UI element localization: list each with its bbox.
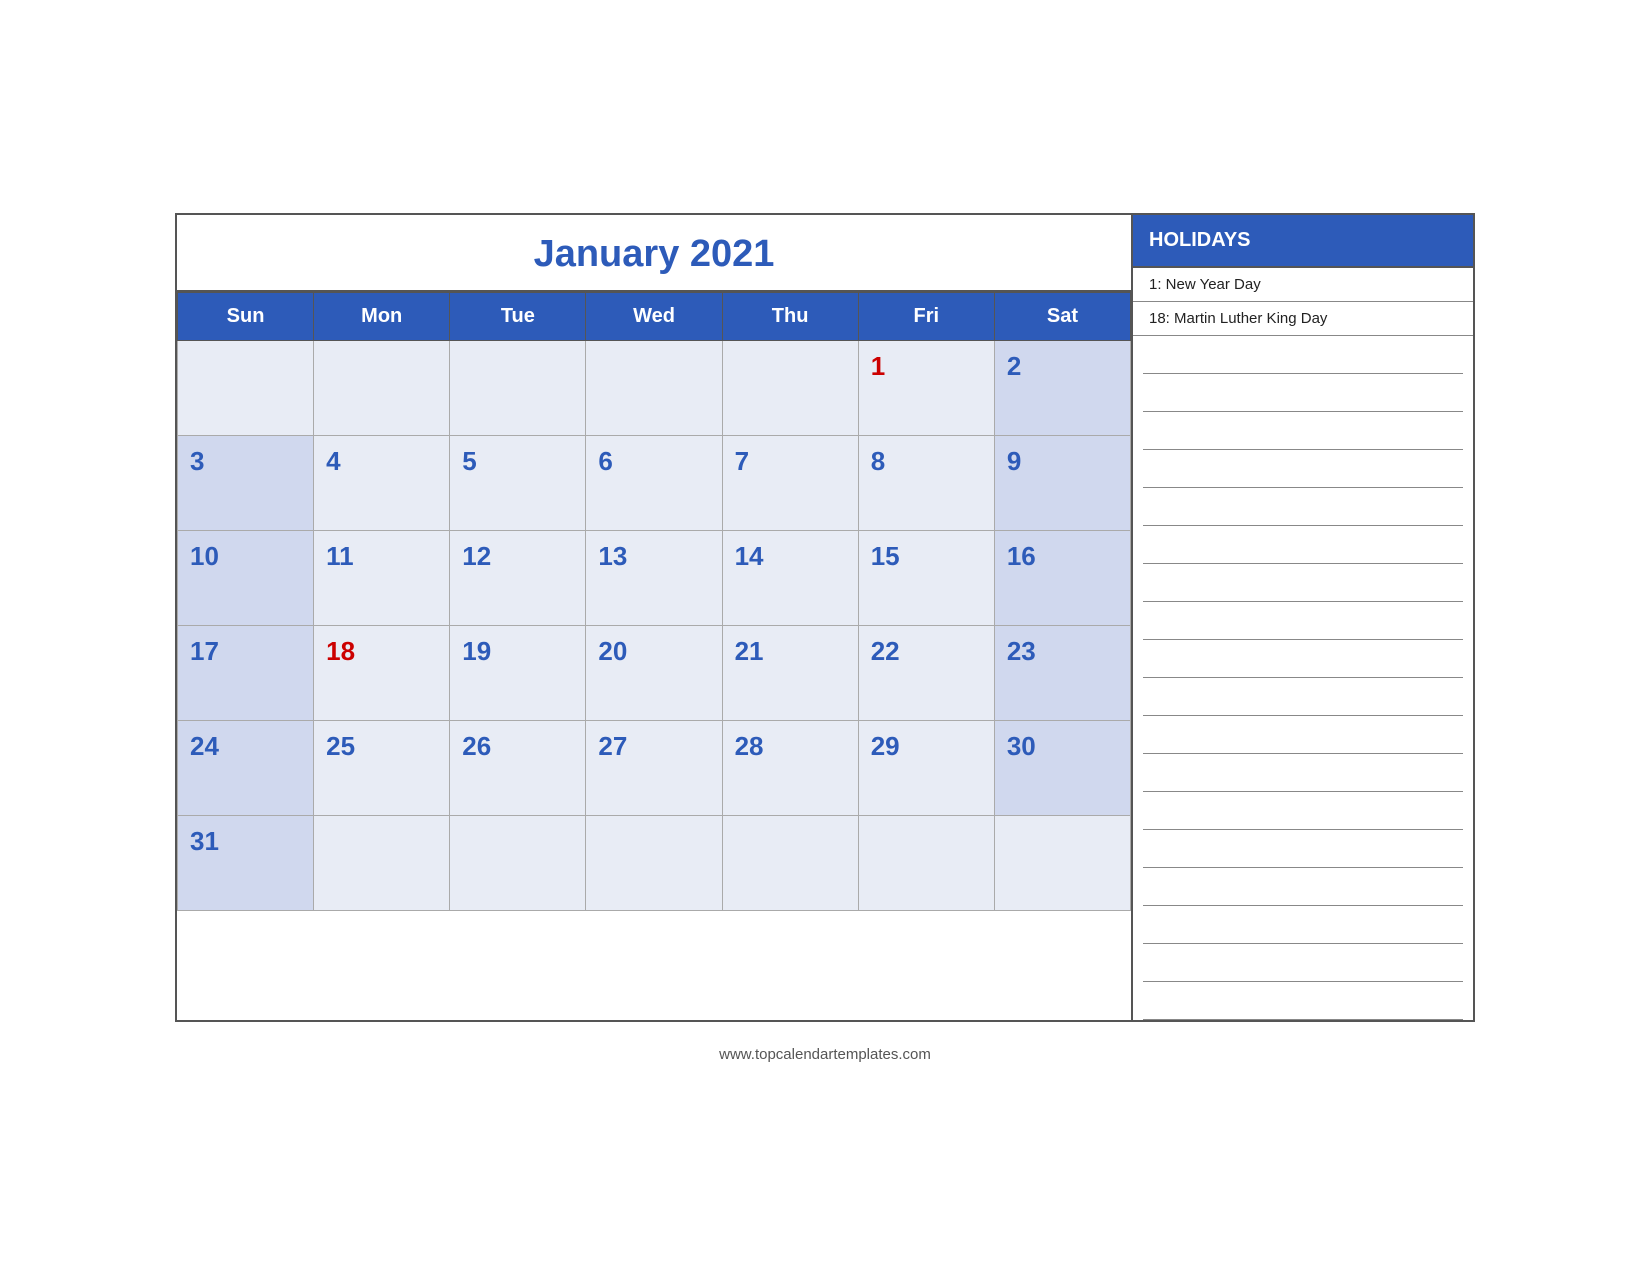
calendar-day-cell — [178, 340, 314, 435]
calendar-weekday-tue: Tue — [450, 292, 586, 340]
footer: www.topcalendartemplates.com — [719, 1046, 931, 1063]
calendar-day-cell — [450, 815, 586, 910]
calendar-day-cell: 6 — [586, 435, 722, 530]
note-line — [1143, 526, 1463, 564]
note-line — [1143, 792, 1463, 830]
calendar-day-cell: 7 — [722, 435, 858, 530]
calendar-day-cell: 1 — [858, 340, 994, 435]
calendar-week-row-2: 10111213141516 — [178, 530, 1131, 625]
calendar-day-cell: 15 — [858, 530, 994, 625]
note-line — [1143, 868, 1463, 906]
calendar-day-cell — [314, 340, 450, 435]
calendar-title: January 2021 — [177, 215, 1131, 292]
calendar-week-row-5: 31 — [178, 815, 1131, 910]
calendar-weekday-mon: Mon — [314, 292, 450, 340]
note-line — [1143, 450, 1463, 488]
holidays-header: HOLIDAYS — [1133, 215, 1473, 268]
calendar-weekday-thu: Thu — [722, 292, 858, 340]
calendar-day-cell — [722, 815, 858, 910]
calendar-day-cell: 12 — [450, 530, 586, 625]
calendar-day-cell — [994, 815, 1130, 910]
calendar-day-cell: 19 — [450, 625, 586, 720]
calendar-day-cell: 21 — [722, 625, 858, 720]
holidays-list: 1: New Year Day18: Martin Luther King Da… — [1133, 268, 1473, 336]
note-line — [1143, 830, 1463, 868]
calendar-day-cell: 20 — [586, 625, 722, 720]
note-line — [1143, 982, 1463, 1020]
calendar-day-cell: 26 — [450, 720, 586, 815]
calendar-week-row-4: 24252627282930 — [178, 720, 1131, 815]
calendar-week-row-1: 3456789 — [178, 435, 1131, 530]
calendar-day-cell — [722, 340, 858, 435]
calendar-day-cell — [314, 815, 450, 910]
note-line — [1143, 678, 1463, 716]
calendar-day-cell: 10 — [178, 530, 314, 625]
note-line — [1143, 716, 1463, 754]
calendar-day-cell: 22 — [858, 625, 994, 720]
calendar-day-cell: 16 — [994, 530, 1130, 625]
calendar-day-cell: 23 — [994, 625, 1130, 720]
calendar-day-cell: 29 — [858, 720, 994, 815]
calendar-day-cell: 3 — [178, 435, 314, 530]
calendar-day-cell: 4 — [314, 435, 450, 530]
calendar-weekday-sat: Sat — [994, 292, 1130, 340]
calendar-week-row-3: 17181920212223 — [178, 625, 1131, 720]
calendar-week-row-0: 12 — [178, 340, 1131, 435]
calendar-day-cell: 2 — [994, 340, 1130, 435]
holidays-section: HOLIDAYS 1: New Year Day18: Martin Luthe… — [1133, 215, 1473, 1020]
calendar-grid: SunMonTueWedThuFriSat 123456789101112131… — [177, 292, 1131, 911]
calendar-day-cell: 24 — [178, 720, 314, 815]
calendar-day-cell: 8 — [858, 435, 994, 530]
calendar-day-cell — [586, 340, 722, 435]
calendar-day-cell — [450, 340, 586, 435]
calendar-day-cell: 5 — [450, 435, 586, 530]
notes-lines — [1133, 336, 1473, 1020]
main-content: January 2021 SunMonTueWedThuFriSat 12345… — [175, 213, 1475, 1022]
note-line — [1143, 412, 1463, 450]
calendar-day-cell: 25 — [314, 720, 450, 815]
calendar-day-cell: 18 — [314, 625, 450, 720]
calendar-day-cell: 27 — [586, 720, 722, 815]
holiday-item: 18: Martin Luther King Day — [1133, 302, 1473, 336]
calendar-weekday-sun: Sun — [178, 292, 314, 340]
calendar-section: January 2021 SunMonTueWedThuFriSat 12345… — [177, 215, 1133, 1020]
note-line — [1143, 640, 1463, 678]
calendar-header-row: SunMonTueWedThuFriSat — [178, 292, 1131, 340]
calendar-day-cell: 13 — [586, 530, 722, 625]
note-line — [1143, 754, 1463, 792]
note-line — [1143, 602, 1463, 640]
calendar-day-cell — [586, 815, 722, 910]
note-line — [1143, 488, 1463, 526]
calendar-weekday-wed: Wed — [586, 292, 722, 340]
note-line — [1143, 374, 1463, 412]
calendar-day-cell: 11 — [314, 530, 450, 625]
page-wrapper: January 2021 SunMonTueWedThuFriSat 12345… — [175, 213, 1475, 1063]
holiday-item: 1: New Year Day — [1133, 268, 1473, 302]
calendar-day-cell: 14 — [722, 530, 858, 625]
note-line — [1143, 564, 1463, 602]
calendar-day-cell: 9 — [994, 435, 1130, 530]
calendar-day-cell — [858, 815, 994, 910]
footer-url: www.topcalendartemplates.com — [719, 1046, 931, 1063]
note-line — [1143, 906, 1463, 944]
note-line — [1143, 944, 1463, 982]
calendar-day-cell: 31 — [178, 815, 314, 910]
calendar-day-cell: 30 — [994, 720, 1130, 815]
calendar-day-cell: 17 — [178, 625, 314, 720]
calendar-day-cell: 28 — [722, 720, 858, 815]
note-line — [1143, 336, 1463, 374]
calendar-weekday-fri: Fri — [858, 292, 994, 340]
